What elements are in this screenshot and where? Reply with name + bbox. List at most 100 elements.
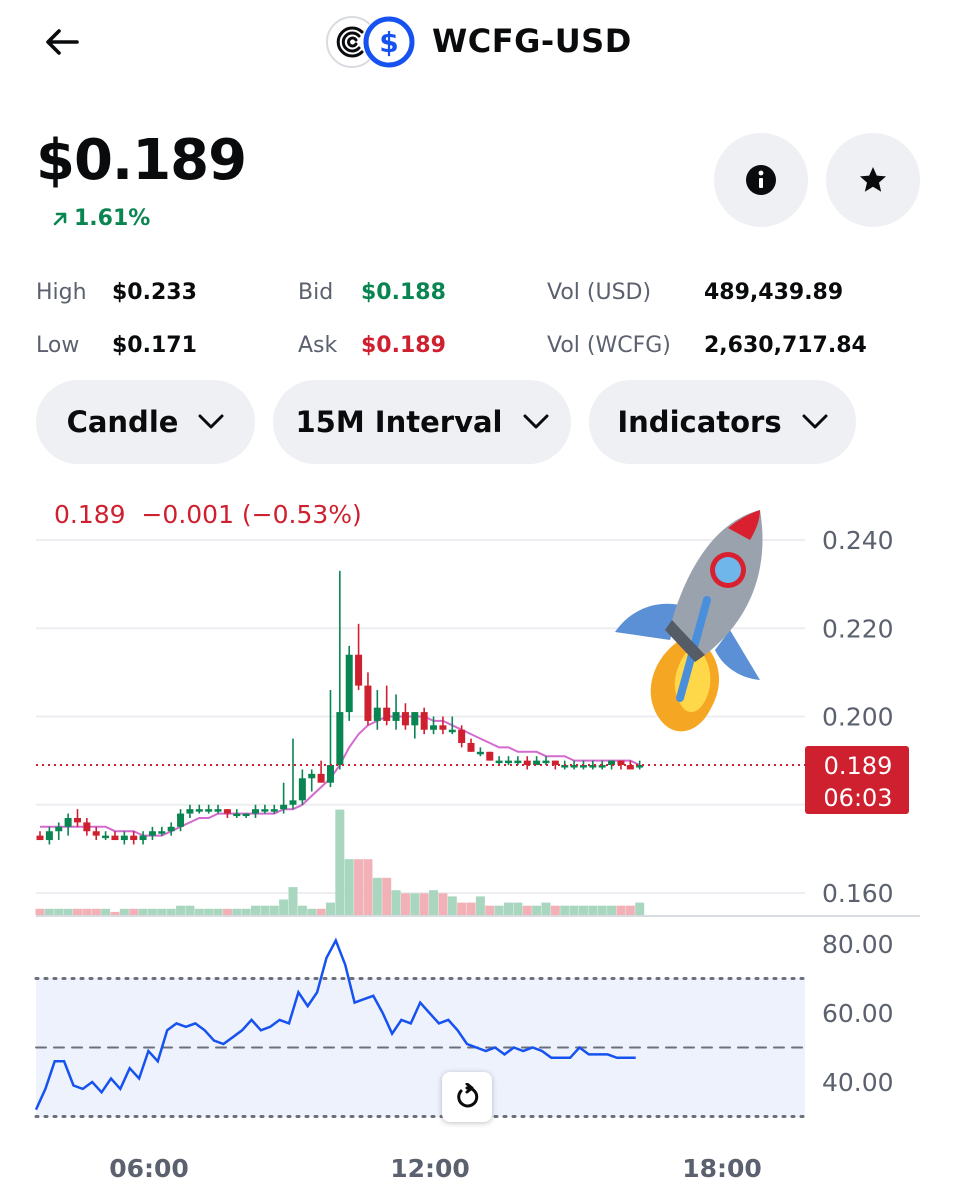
vol-base-label: Vol (WCFG) (547, 333, 671, 358)
volume-bar (560, 905, 570, 915)
rsi-tick-label: 40.00 (822, 1068, 894, 1097)
candle (205, 804, 213, 814)
chevron-down-icon (198, 414, 224, 429)
candle (336, 570, 344, 770)
vol-base-value: 2,630,717.84 (704, 333, 867, 358)
arrow-left-icon (46, 29, 79, 55)
countdown-value: 06:03 (823, 784, 892, 812)
interval-label: 15M Interval (295, 405, 503, 439)
interval-dropdown[interactable]: 15M Interval (273, 380, 571, 464)
rocket-icon (615, 510, 763, 732)
x-tick-label: 12:00 (390, 1154, 470, 1183)
candle (148, 826, 156, 841)
candle (317, 760, 325, 783)
candle (608, 760, 616, 770)
volume-bar (438, 893, 448, 915)
volume-bar (269, 905, 279, 915)
ask-label: Ask (298, 333, 338, 358)
y-tick-label: 0.240 (822, 526, 894, 555)
volume-bar (147, 908, 157, 915)
candle (252, 804, 260, 818)
candle (486, 751, 494, 761)
current-price: $0.189 (36, 128, 247, 193)
y-tick-label: 0.160 (822, 879, 894, 908)
pair-logo: $ (326, 16, 415, 68)
vol-usd-value: 489,439.89 (704, 280, 844, 305)
volume-bar (260, 905, 270, 915)
arrow-up-right-icon (53, 212, 67, 225)
candle (73, 809, 81, 827)
watchlist-button[interactable] (826, 133, 920, 227)
candle (36, 831, 44, 841)
volume-bars (35, 809, 645, 915)
candle (289, 738, 297, 810)
indicators-label: Indicators (617, 405, 782, 439)
volume-bar (176, 905, 186, 915)
bid-value: $0.188 (361, 280, 446, 305)
volume-bar (475, 896, 485, 915)
candle (401, 703, 409, 730)
y-axis-labels: 0.240 0.220 0.200 0.160 (822, 526, 894, 908)
volume-bar (400, 893, 410, 915)
volume-bar (635, 902, 645, 915)
candle (326, 690, 334, 788)
volume-bar (494, 905, 504, 915)
volume-bar (316, 908, 326, 915)
volume-bar (513, 902, 523, 915)
volume-bar (72, 908, 82, 915)
candle (195, 804, 203, 814)
candle (102, 831, 110, 841)
volume-bar (410, 893, 420, 915)
info-button[interactable] (714, 133, 808, 227)
high-label: High (36, 280, 87, 305)
candle (411, 712, 419, 739)
chevron-down-icon (802, 414, 828, 429)
volume-bar (194, 908, 204, 915)
volume-bar (344, 859, 354, 915)
volume-bar (569, 905, 579, 915)
volume-bar (578, 905, 588, 915)
indicators-dropdown[interactable]: Indicators (589, 380, 856, 464)
volume-bar (325, 902, 335, 915)
volume-bar (82, 908, 92, 915)
volume-bar (307, 908, 317, 915)
candle (355, 623, 363, 691)
chevron-down-icon (523, 414, 548, 429)
volume-bar (157, 908, 167, 915)
candles (36, 570, 644, 845)
candle (261, 804, 269, 814)
price-change-value: 1.61% (74, 206, 151, 231)
chart-type-label: Candle (66, 405, 179, 439)
volume-bar (288, 887, 298, 915)
candle (298, 769, 306, 805)
ohlc-readout: 0.189 −0.001 (−0.53%) (54, 500, 362, 529)
reset-zoom-button[interactable] (442, 1072, 492, 1122)
chart-type-dropdown[interactable]: Candle (36, 380, 255, 464)
ask-value: $0.189 (361, 333, 446, 358)
volume-bar (588, 905, 598, 915)
volume-bar (625, 905, 635, 915)
candle (373, 690, 381, 730)
candle (280, 782, 288, 814)
volume-bar (44, 908, 54, 915)
x-axis-labels: 06:00 12:00 18:00 (109, 1154, 762, 1183)
volume-bar (354, 859, 364, 915)
volume-bar (204, 908, 214, 915)
volume-bar (616, 905, 626, 915)
x-tick-label: 06:00 (109, 1154, 189, 1183)
volume-bar (607, 905, 617, 915)
volume-bar (101, 908, 111, 915)
volume-bar (166, 908, 176, 915)
pair-title: WCFG-USD (432, 22, 632, 60)
volume-bar (532, 905, 542, 915)
volume-bar (550, 905, 560, 915)
candle (542, 756, 550, 766)
candle (223, 809, 231, 818)
volume-bar (504, 902, 513, 915)
y-tick-label: 0.200 (822, 703, 894, 732)
price-change: 1.61% (52, 206, 150, 231)
candle (514, 756, 522, 766)
candle (345, 645, 353, 721)
back-button[interactable] (40, 22, 84, 62)
candle (167, 822, 175, 836)
